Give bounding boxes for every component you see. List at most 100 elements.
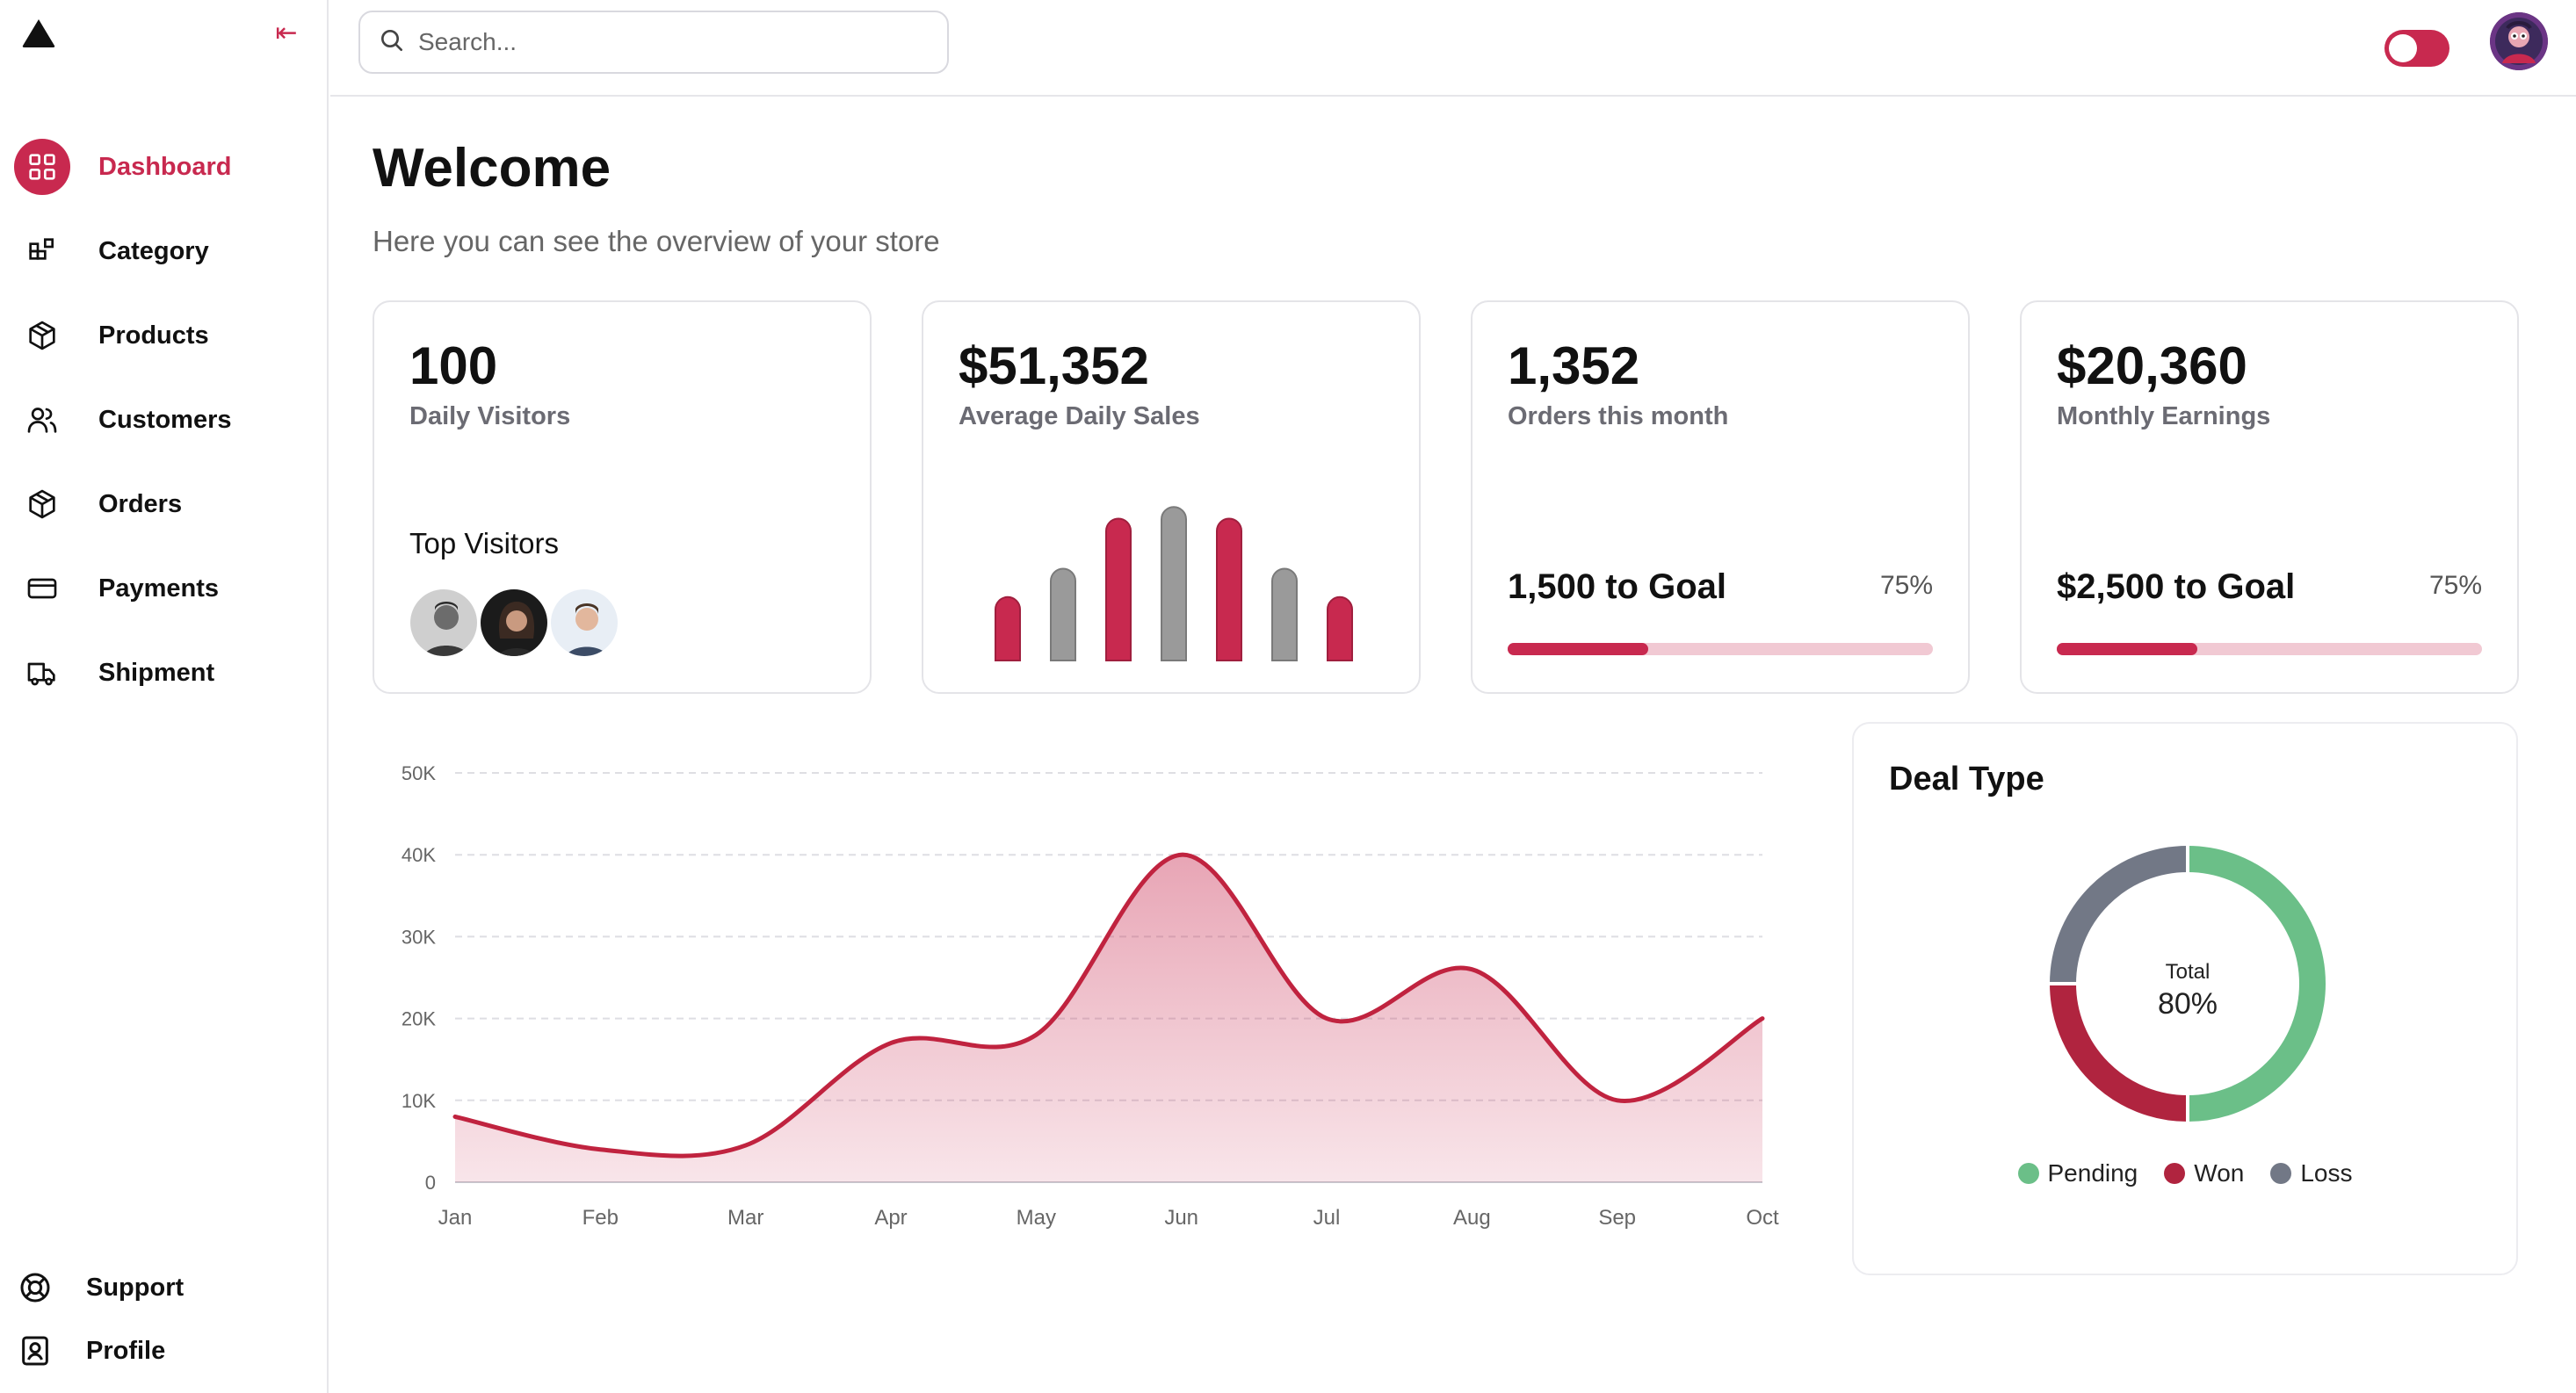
- visitor-avatar[interactable]: [408, 587, 480, 659]
- legend-dot: [2017, 1163, 2039, 1184]
- deal-type-card: Deal Type Total 80% Pending Won Loss: [1852, 722, 2518, 1275]
- y-tick-label: 20K: [402, 1008, 436, 1030]
- sidebar-item-payments[interactable]: Payments: [14, 560, 313, 617]
- search-input[interactable]: [418, 28, 928, 56]
- sidebar-item-orders[interactable]: Orders: [14, 476, 313, 532]
- theme-toggle[interactable]: [2384, 30, 2449, 67]
- orders-progress-fill: [1508, 643, 1648, 655]
- earnings-goal: $2,500 to Goal: [2057, 567, 2296, 606]
- daily-visitors-label: Daily Visitors: [409, 402, 571, 430]
- sidebar-item-dashboard[interactable]: Dashboard: [14, 139, 313, 195]
- sidebar-item-label: Profile: [86, 1336, 166, 1365]
- orders-goal: 1,500 to Goal: [1508, 567, 1726, 606]
- grid-icon: [14, 139, 70, 195]
- visitor-avatar[interactable]: [478, 587, 550, 659]
- sidebar-item-label: Orders: [98, 489, 183, 518]
- profile-icon: [7, 1323, 63, 1379]
- daily-visitors-card: 100 Daily Visitors Top Visitors: [373, 300, 872, 694]
- lifebuoy-icon: [7, 1259, 63, 1316]
- y-tick-label: 40K: [402, 844, 436, 866]
- monthly-earnings-card: $20,360 Monthly Earnings $2,500 to Goal …: [2020, 300, 2519, 694]
- y-tick-label: 50K: [402, 762, 436, 784]
- x-tick-label: Aug: [1453, 1206, 1491, 1230]
- y-tick-label: 0: [425, 1172, 436, 1194]
- sidebar-item-label: Products: [98, 321, 209, 350]
- sales-bar[interactable]: [1105, 517, 1132, 661]
- earnings-progress-fill: [2057, 643, 2197, 655]
- top-visitors-label: Top Visitors: [409, 527, 559, 559]
- sidebar-item-label: Shipment: [98, 658, 215, 687]
- sales-bar[interactable]: [1216, 517, 1242, 661]
- page-title: Welcome: [373, 138, 611, 198]
- x-tick-label: Apr: [874, 1206, 907, 1230]
- legend-item-won[interactable]: Won: [2164, 1159, 2244, 1187]
- legend-item-loss[interactable]: Loss: [2270, 1159, 2353, 1187]
- user-avatar[interactable]: [2490, 12, 2548, 70]
- sales-area-chart: 0 10K 20K 30K 40K 50K Jan Feb Mar Apr May Jun Jul Aug…: [402, 762, 1779, 1230]
- truck-icon: [14, 645, 70, 701]
- box-icon: [14, 307, 70, 364]
- legend-label: Won: [2194, 1159, 2245, 1187]
- monthly-earnings-label: Monthly Earnings: [2057, 402, 2271, 430]
- search-icon: [378, 26, 406, 59]
- sidebar-item-label: Customers: [98, 405, 232, 434]
- triangle-logo-icon[interactable]: [21, 18, 56, 49]
- donut-slice-pending[interactable]: [2187, 846, 2326, 1122]
- sidebar-item-label: Payments: [98, 574, 220, 603]
- sidebar-item-category[interactable]: Category: [14, 223, 313, 279]
- sidebar: ⇤ Dashboard Category Products Customers …: [0, 0, 329, 1393]
- x-tick-label: Jul: [1313, 1206, 1341, 1230]
- x-tick-label: Sep: [1598, 1206, 1636, 1230]
- x-tick-label: Feb: [582, 1206, 619, 1230]
- sidebar-item-products[interactable]: Products: [14, 307, 313, 364]
- visitor-avatar[interactable]: [548, 587, 620, 659]
- users-icon: [14, 392, 70, 448]
- sidebar-item-support[interactable]: Support: [7, 1259, 306, 1316]
- sales-bar[interactable]: [1050, 567, 1076, 661]
- deal-type-donut-chart: Total 80%: [2048, 844, 2326, 1123]
- orders-label: Orders this month: [1508, 402, 1729, 430]
- orders-value: 1,352: [1508, 336, 1640, 395]
- orders-percent: 75%: [1879, 571, 1933, 600]
- page-subtitle: Here you can see the overview of your st…: [373, 225, 940, 257]
- earnings-progress-bar: [2057, 643, 2482, 655]
- sidebar-item-shipment[interactable]: Shipment: [14, 645, 313, 701]
- sales-bar[interactable]: [1327, 595, 1353, 661]
- sidebar-item-label: Dashboard: [98, 152, 232, 181]
- average-daily-sales-card: $51,352 Average Daily Sales: [922, 300, 1421, 694]
- sales-bar[interactable]: [1161, 506, 1187, 661]
- donut-center-label: Total: [2166, 960, 2211, 984]
- sidebar-item-profile[interactable]: Profile: [7, 1323, 306, 1379]
- card-icon: [14, 560, 70, 617]
- x-tick-label: Oct: [1746, 1206, 1779, 1230]
- sidebar-item-label: Category: [98, 236, 209, 265]
- search-bar: [358, 11, 949, 74]
- daily-visitors-value: 100: [409, 336, 498, 395]
- legend-item-pending[interactable]: Pending: [2017, 1159, 2138, 1187]
- sales-bar-chart: [995, 506, 1353, 661]
- sidebar-item-label: Support: [86, 1273, 185, 1302]
- sidebar-item-customers[interactable]: Customers: [14, 392, 313, 448]
- donut-center-value: 80%: [2158, 987, 2218, 1021]
- orders-card: 1,352 Orders this month 1,500 to Goal 75…: [1471, 300, 1970, 694]
- legend-label: Loss: [2300, 1159, 2353, 1187]
- y-tick-label: 30K: [402, 926, 436, 948]
- y-tick-label: 10K: [402, 1090, 436, 1112]
- earnings-percent: 75%: [2428, 571, 2482, 600]
- orders-progress-bar: [1508, 643, 1933, 655]
- collapse-left-arrow-icon[interactable]: ⇤: [269, 19, 304, 47]
- legend-label: Pending: [2047, 1159, 2138, 1187]
- x-tick-label: Mar: [727, 1206, 763, 1230]
- x-tick-label: Jun: [1164, 1206, 1198, 1230]
- sales-bar[interactable]: [995, 595, 1021, 661]
- x-tick-label: May: [1017, 1206, 1056, 1230]
- legend-dot: [2164, 1163, 2186, 1184]
- deal-type-legend: Pending Won Loss: [1854, 1159, 2516, 1187]
- sales-bar[interactable]: [1271, 567, 1298, 661]
- top-header: [330, 0, 2576, 97]
- monthly-earnings-value: $20,360: [2057, 336, 2247, 395]
- category-icon: [14, 223, 70, 279]
- legend-dot: [2270, 1163, 2292, 1184]
- x-tick-label: Jan: [438, 1206, 473, 1230]
- box-icon: [14, 476, 70, 532]
